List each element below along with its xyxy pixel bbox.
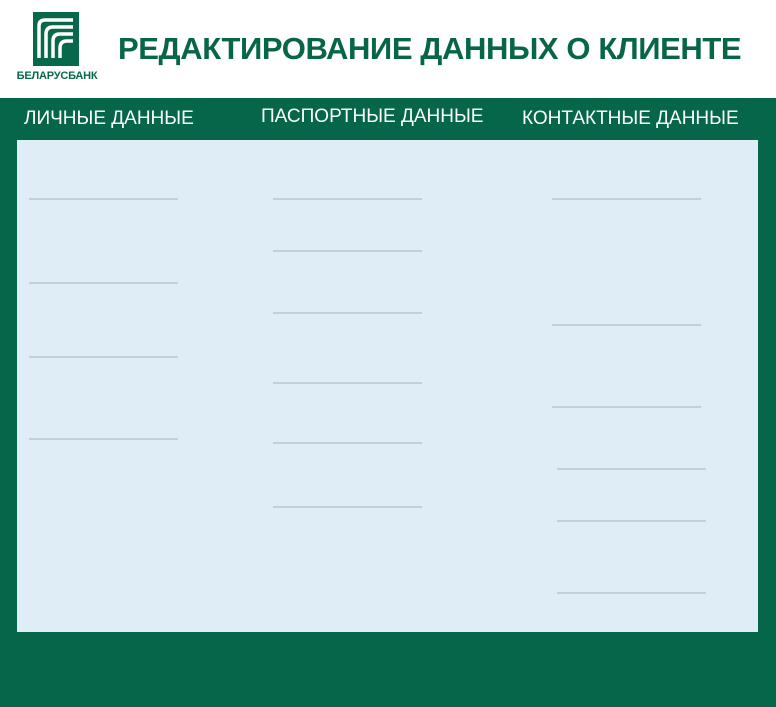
contact-data-heading: КОНТАКТНЫЕ ДАННЫЕ [522, 108, 739, 129]
belarusbank-logo: БЕЛАРУСБАНК [14, 12, 100, 86]
passport-field-3[interactable] [273, 312, 422, 314]
page-title: РЕДАКТИРОВАНИЕ ДАННЫХ О КЛИЕНТЕ [118, 31, 742, 66]
client-edit-form: ЛИЧНЫЕ ДАННЫЕ ПАСПОРТНЫЕ ДАННЫЕ КОНТАКТН… [0, 98, 776, 707]
passport-field-6[interactable] [273, 506, 422, 508]
contact-field-6[interactable] [557, 592, 706, 594]
personal-field-4[interactable] [29, 438, 178, 440]
contact-field-3[interactable] [552, 406, 701, 408]
personal-field-3[interactable] [29, 356, 178, 358]
personal-data-heading: ЛИЧНЫЕ ДАННЫЕ [24, 108, 194, 129]
contact-field-1[interactable] [552, 198, 701, 200]
passport-field-1[interactable] [273, 198, 422, 200]
passport-field-2[interactable] [273, 250, 422, 252]
personal-field-1[interactable] [29, 198, 178, 200]
belarusbank-logo-icon [33, 12, 79, 66]
contact-field-4[interactable] [557, 468, 706, 470]
passport-field-5[interactable] [273, 442, 422, 444]
contact-field-5[interactable] [557, 520, 706, 522]
header: БЕЛАРУСБАНК РЕДАКТИРОВАНИЕ ДАННЫХ О КЛИЕ… [0, 0, 776, 98]
form-panel [17, 140, 758, 632]
personal-field-2[interactable] [29, 282, 178, 284]
contact-field-2[interactable] [552, 324, 701, 326]
passport-field-4[interactable] [273, 382, 422, 384]
passport-data-heading: ПАСПОРТНЫЕ ДАННЫЕ [261, 106, 484, 127]
logo-wordmark: БЕЛАРУСБАНК [16, 70, 98, 82]
